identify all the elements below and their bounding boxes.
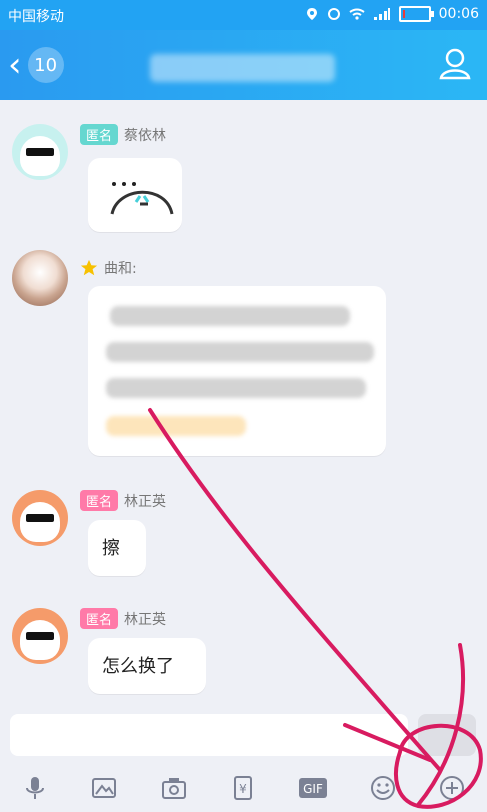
status-bar: 中国移动 00:06 xyxy=(0,0,487,30)
microphone-button[interactable] xyxy=(15,768,55,808)
message-text: 擦 xyxy=(102,538,120,559)
text-bubble[interactable]: 擦 xyxy=(88,520,146,576)
cat-face xyxy=(20,136,60,176)
message-meta: 匿名 林正英 xyxy=(80,608,166,629)
star-icon xyxy=(80,259,98,276)
chat-area[interactable]: 匿名 蔡依林 曲和: 匿名 林正英 擦 匿名 林正英 怎么换了 xyxy=(0,100,487,706)
avatar[interactable] xyxy=(12,250,68,306)
cat-face xyxy=(20,620,60,660)
gif-icon: GIF xyxy=(299,778,328,798)
sender-name: 林正英 xyxy=(124,493,167,510)
text-bubble[interactable] xyxy=(88,286,386,456)
status-icons: 00:06 xyxy=(305,6,479,22)
battery-icon xyxy=(398,6,434,22)
anonymous-tag: 匿名 xyxy=(80,608,119,629)
wifi-icon xyxy=(349,8,365,20)
text-bubble[interactable]: 怎么换了 xyxy=(88,638,206,694)
avatar[interactable] xyxy=(12,608,68,664)
plus-button[interactable] xyxy=(432,768,472,808)
gif-label: GIF xyxy=(303,782,323,796)
image-button[interactable] xyxy=(84,768,124,808)
carrier-label: 中国移动 xyxy=(8,9,64,25)
unread-badge: 10 xyxy=(27,47,64,83)
bottom-toolbar: ¥ GIF xyxy=(0,764,487,812)
image-icon xyxy=(92,778,117,798)
blurred-text-line xyxy=(106,342,374,362)
chat-header: ‹ 10 xyxy=(0,30,487,100)
avatar[interactable] xyxy=(12,490,68,546)
message-text: 怎么换了 xyxy=(102,656,174,677)
alarm-icon xyxy=(327,8,340,20)
send-button[interactable] xyxy=(418,714,476,756)
back-button[interactable]: ‹ 10 xyxy=(8,46,76,84)
sticker-bubble[interactable] xyxy=(88,158,182,232)
currency-label: ¥ xyxy=(240,782,248,796)
chevron-left-icon: ‹ xyxy=(8,45,22,85)
message-input[interactable] xyxy=(10,714,408,756)
sticker-image xyxy=(96,166,182,222)
input-bar xyxy=(0,706,487,764)
message-meta: 曲和: xyxy=(80,258,137,278)
battery-fill xyxy=(402,10,405,18)
red-packet-button[interactable]: ¥ xyxy=(223,768,263,808)
gif-button[interactable]: GIF xyxy=(293,768,333,808)
blurred-text-line xyxy=(106,378,366,398)
anonymous-tag: 匿名 xyxy=(80,490,119,511)
sender-name: 曲和: xyxy=(104,261,137,277)
signal-icon xyxy=(373,8,390,20)
user-icon[interactable] xyxy=(437,46,473,82)
emoji-button[interactable] xyxy=(363,768,403,808)
camera-button[interactable] xyxy=(154,768,194,808)
location-icon xyxy=(306,8,317,20)
sunglasses xyxy=(26,632,54,640)
anonymous-tag: 匿名 xyxy=(80,124,119,145)
message-meta: 匿名 林正英 xyxy=(80,490,166,511)
avatar[interactable] xyxy=(12,124,68,180)
microphone-icon xyxy=(25,777,44,799)
sunglasses xyxy=(26,514,54,522)
blurred-text-line xyxy=(110,306,350,326)
blurred-text-line xyxy=(106,416,246,436)
sunglasses xyxy=(26,148,54,156)
message-meta: 匿名 蔡依林 xyxy=(80,124,166,145)
sender-name: 林正英 xyxy=(124,611,167,628)
emoji-icon xyxy=(370,776,395,800)
red-packet-icon: ¥ xyxy=(234,776,253,800)
time-label: 00:06 xyxy=(438,6,479,22)
plus-icon xyxy=(440,776,465,800)
chat-title-blurred xyxy=(150,54,335,82)
camera-icon xyxy=(161,778,186,799)
sender-name: 蔡依林 xyxy=(124,127,167,144)
cat-face xyxy=(20,502,60,542)
